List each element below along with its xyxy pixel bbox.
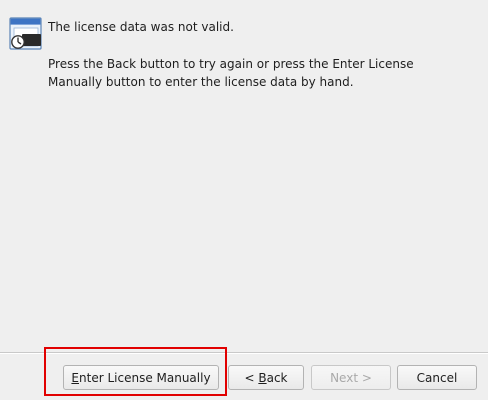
wizard-window-icon <box>9 17 42 50</box>
back-mnemonic: B <box>258 370 267 385</box>
message-body: Press the Back button to try again or pr… <box>48 57 414 89</box>
next-label: Next > <box>330 370 372 385</box>
enter-license-manually-button[interactable]: Enter License Manually <box>63 365 219 390</box>
back-button[interactable]: < Back <box>228 365 304 390</box>
cancel-button[interactable]: Cancel <box>397 365 477 390</box>
cancel-label: Cancel <box>416 370 458 385</box>
message-title: The license data was not valid. <box>48 20 234 34</box>
back-prefix: < <box>244 370 259 385</box>
back-label: ack <box>266 370 288 385</box>
enter-license-manually-mnemonic: E <box>71 370 80 385</box>
enter-license-manually-label: nter License Manually <box>79 370 211 385</box>
button-separator <box>0 352 488 354</box>
next-button: Next > <box>311 365 391 390</box>
